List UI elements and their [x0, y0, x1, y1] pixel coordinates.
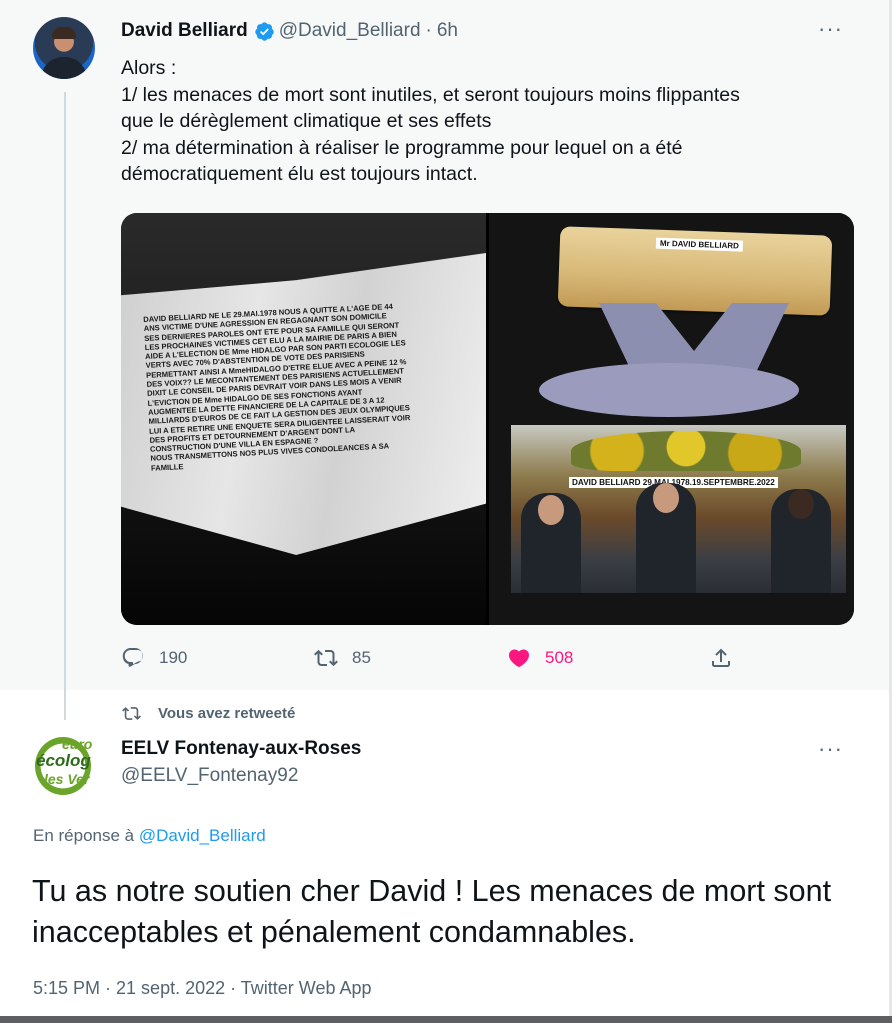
tweet-media[interactable]: DAVID BELLIARD NE LE 29.MAI.1978 NOUS A …: [121, 213, 854, 625]
avatar-logo-text: euro: [62, 736, 93, 752]
like-button[interactable]: 508: [507, 646, 573, 670]
media-photo-letter[interactable]: DAVID BELLIARD NE LE 29.MAI.1978 NOUS A …: [121, 213, 486, 625]
coffin-model: Mr DAVID BELLIARD: [557, 226, 833, 316]
avatar-body: [41, 57, 87, 79]
share-icon: [712, 648, 730, 667]
more-options-icon[interactable]: ···: [818, 736, 843, 762]
reply-meta[interactable]: 5:15 PM · 21 sept. 2022 · Twitter Web Ap…: [33, 978, 372, 999]
tweet-text-line: 1/ les menaces de mort sont inutiles, et…: [121, 83, 740, 106]
tweet-text-line: que le dérèglement climatique et ses eff…: [121, 110, 492, 132]
reply-author-handle[interactable]: @EELV_Fontenay92: [121, 765, 361, 787]
coffin-base: [539, 363, 799, 417]
reply-author-name[interactable]: EELV Fontenay-aux-Roses: [121, 738, 361, 760]
more-options-icon[interactable]: ···: [818, 16, 843, 42]
tweet-actions: 190 85 508: [121, 646, 851, 674]
tweet-text-line: Alors :: [121, 57, 177, 79]
like-count: 508: [545, 648, 574, 667]
thread-connector-line: [64, 92, 66, 720]
heart-icon: [508, 649, 530, 668]
letter-text: DAVID BELLIARD NE LE 29.MAI.1978 NOUS A …: [143, 301, 411, 473]
in-reply-to-label: En réponse à: [33, 826, 135, 845]
avatar-logo-text: les Ver: [44, 771, 90, 787]
avatar-logo-text: écolog: [36, 751, 91, 770]
share-button[interactable]: [709, 646, 733, 670]
avatar[interactable]: [33, 17, 95, 79]
reply-header: EELV Fontenay-aux-Roses @EELV_Fontenay92: [121, 738, 361, 787]
tweet-text: Alors : 1/ les menaces de mort sont inut…: [121, 55, 851, 188]
verified-badge-icon: [255, 21, 274, 41]
retweet-banner-text: Vous avez retweeté: [158, 705, 296, 722]
retweet-button[interactable]: 85: [314, 646, 371, 670]
reply-avatar[interactable]: euro écolog les Ver: [32, 731, 94, 801]
author-name[interactable]: David Belliard: [121, 20, 248, 42]
tweet-header: David Belliard @David_Belliard · 6h: [121, 20, 458, 42]
person-head: [788, 489, 814, 519]
reply-button[interactable]: 190: [121, 646, 187, 670]
funeral-photo: DAVID BELLIARD 29.MAI.1978.19.SEPTEMBRE.…: [511, 425, 846, 593]
tweet-text-line: 2/ ma détermination à réaliser le progra…: [121, 136, 683, 159]
retweet-count: 85: [352, 648, 371, 667]
bottom-divider: [0, 1016, 892, 1023]
retweet-icon: [314, 649, 338, 667]
separator-dot: ·: [425, 20, 432, 41]
in-reply-to: En réponse à @David_Belliard: [33, 826, 266, 846]
reply-icon: [122, 648, 143, 667]
reply-text: Tu as notre soutien cher David ! Les men…: [32, 874, 832, 949]
media-photo-coffin[interactable]: Mr DAVID BELLIARD DAVID BELLIARD 29.MAI.…: [489, 213, 854, 625]
funeral-flowers: [571, 431, 801, 471]
author-handle[interactable]: @David_Belliard: [279, 20, 421, 42]
tweet-text-line: démocratiquement élu est toujours intact…: [121, 163, 478, 185]
avatar-hair: [52, 27, 76, 39]
person-head: [653, 483, 679, 513]
retweet-banner: Vous avez retweeté: [122, 704, 295, 723]
tweet-time[interactable]: 6h: [437, 20, 458, 42]
in-reply-to-link[interactable]: @David_Belliard: [139, 826, 266, 845]
reply-count: 190: [159, 648, 188, 667]
person-head: [538, 495, 564, 525]
coffin-label: Mr DAVID BELLIARD: [655, 237, 744, 252]
retweet-icon: [122, 707, 141, 720]
